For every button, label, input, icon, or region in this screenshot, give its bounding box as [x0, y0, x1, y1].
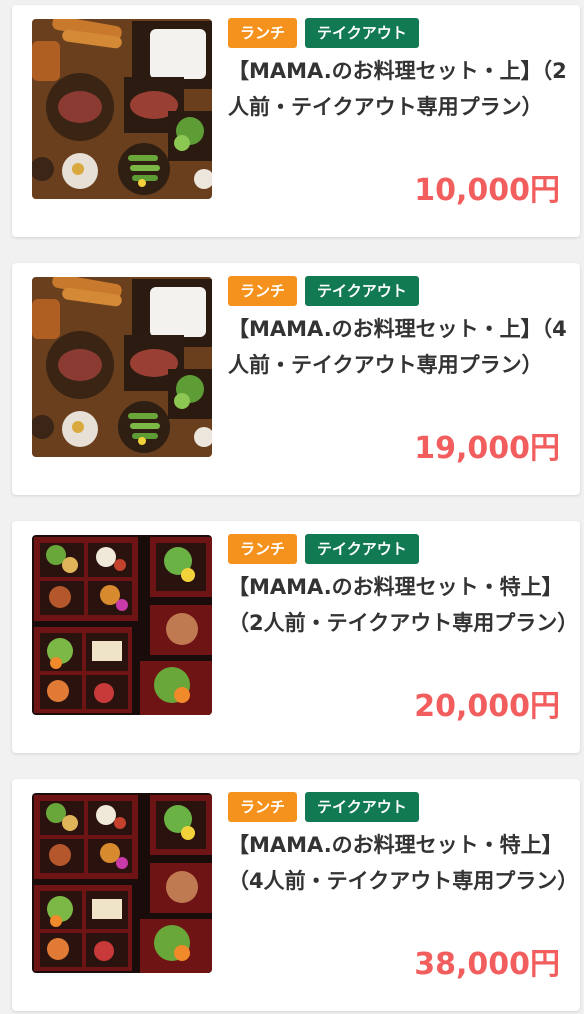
plan-title[interactable]: 【MAMA.のお料理セット・特上】（2人前・テイクアウト専用プラン）	[228, 569, 578, 641]
food-set-image	[32, 19, 212, 199]
lunch-tag: ランチ	[228, 534, 298, 564]
plan-tags: ランチ テイクアウト	[228, 276, 419, 306]
plan-card[interactable]: ランチ テイクアウト 【MAMA.のお料理セット・上】（4人前・テイクアウト専用…	[12, 263, 580, 495]
plan-price: 38,000円	[414, 947, 560, 982]
food-set-image	[32, 277, 212, 457]
plan-card[interactable]: ランチ テイクアウト 【MAMA.のお料理セット・上】（2人前・テイクアウト専用…	[12, 5, 580, 237]
takeout-tag: テイクアウト	[305, 792, 419, 822]
bento-box-image	[32, 793, 212, 973]
plan-card[interactable]: ランチ テイクアウト 【MAMA.のお料理セット・特上】（4人前・テイクアウト専…	[12, 779, 580, 1011]
plan-title[interactable]: 【MAMA.のお料理セット・特上】（4人前・テイクアウト専用プラン）	[228, 827, 578, 899]
bento-box-image	[32, 535, 212, 715]
plan-title[interactable]: 【MAMA.のお料理セット・上】（2人前・テイクアウト専用プラン）	[228, 53, 568, 125]
takeout-tag: テイクアウト	[305, 276, 419, 306]
plan-tags: ランチ テイクアウト	[228, 18, 419, 48]
plan-tags: ランチ テイクアウト	[228, 534, 419, 564]
plan-tags: ランチ テイクアウト	[228, 792, 419, 822]
plan-list: ランチ テイクアウト 【MAMA.のお料理セット・上】（2人前・テイクアウト専用…	[0, 0, 584, 1014]
plan-price: 19,000円	[414, 431, 560, 466]
lunch-tag: ランチ	[228, 792, 298, 822]
plan-price: 20,000円	[414, 689, 560, 724]
plan-title[interactable]: 【MAMA.のお料理セット・上】（4人前・テイクアウト専用プラン）	[228, 311, 568, 383]
lunch-tag: ランチ	[228, 18, 298, 48]
takeout-tag: テイクアウト	[305, 18, 419, 48]
takeout-tag: テイクアウト	[305, 534, 419, 564]
plan-card[interactable]: ランチ テイクアウト 【MAMA.のお料理セット・特上】（2人前・テイクアウト専…	[12, 521, 580, 753]
plan-price: 10,000円	[414, 173, 560, 208]
lunch-tag: ランチ	[228, 276, 298, 306]
